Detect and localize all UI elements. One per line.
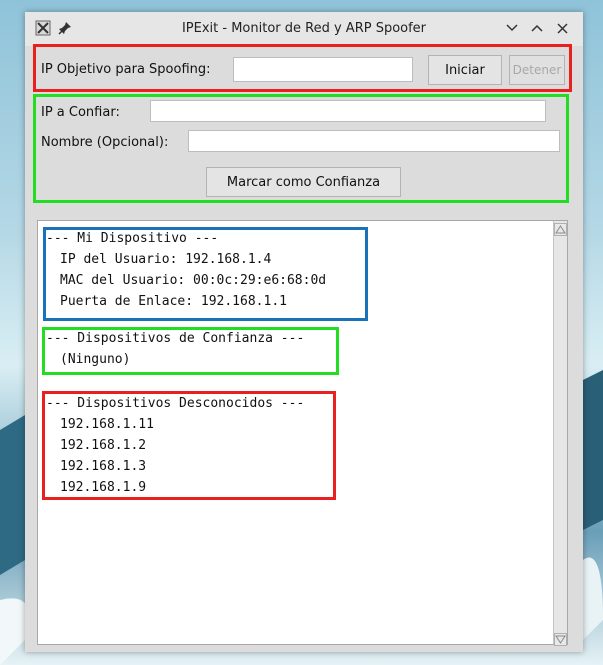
trusted-devices-header: --- Dispositivos de Confianza --- [46,331,305,346]
close-button[interactable] [553,19,571,37]
output-textarea[interactable]: --- Mi Dispositivo --- IP del Usuario: 1… [37,220,568,646]
scroll-up-icon[interactable] [554,221,567,236]
unknown-device-item: 192.168.1.2 [60,438,147,453]
trust-name-label: Nombre (Opcional): [41,135,169,150]
unknown-device-item: 192.168.1.3 [60,459,147,474]
unknown-devices-header: --- Dispositivos Desconocidos --- [46,396,305,411]
trust-ip-label: IP a Confiar: [41,105,120,120]
title-bar[interactable]: IPExit - Monitor de Red y ARP Spoofer [25,12,583,46]
my-device-header: --- Mi Dispositivo --- [46,231,219,246]
vertical-scrollbar[interactable] [553,221,567,646]
gateway-line: Puerta de Enlace: 192.168.1.1 [60,294,287,309]
start-button[interactable]: Iniciar [428,55,502,85]
target-ip-label: IP Objetivo para Spoofing: [41,62,211,77]
trust-name-input[interactable] [188,130,560,152]
target-ip-input[interactable] [233,57,413,82]
unknown-device-item: 192.168.1.11 [60,417,154,432]
user-mac-line: MAC del Usuario: 00:0c:29:e6:68:0d [60,273,327,288]
mark-trusted-button[interactable]: Marcar como Confianza [206,167,401,197]
maximize-button[interactable] [528,19,546,37]
window-title: IPExit - Monitor de Red y ARP Spoofer [181,21,427,36]
scroll-down-icon[interactable] [554,631,567,646]
unknown-device-item: 192.168.1.9 [60,480,147,495]
trusted-devices-none: (Ninguno) [60,352,131,367]
trust-ip-input[interactable] [150,100,546,122]
stop-button[interactable]: Detener [509,55,565,85]
app-window: IPExit - Monitor de Red y ARP Spoofer IP… [25,12,583,652]
user-ip-line: IP del Usuario: 192.168.1.4 [60,252,272,267]
minimize-button[interactable] [503,19,521,37]
